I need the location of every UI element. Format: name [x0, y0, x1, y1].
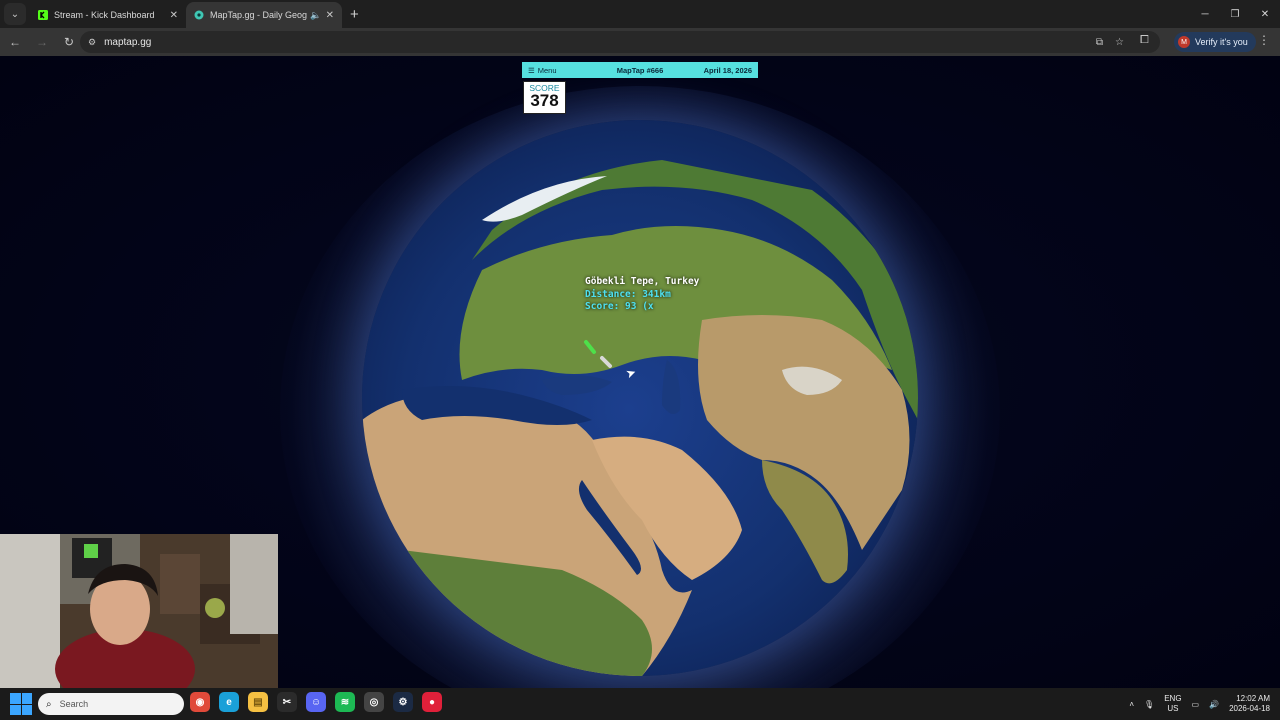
- black-sea: [542, 375, 612, 395]
- tab-kick-dashboard[interactable]: Stream - Kick Dashboard ✕: [30, 2, 186, 28]
- window-controls: ─ ❐ ✕: [1190, 0, 1280, 28]
- spotify-icon[interactable]: ≋: [335, 692, 355, 712]
- minimize-icon[interactable]: ─: [1190, 0, 1220, 28]
- browser-menu-icon[interactable]: ⋮: [1258, 33, 1270, 47]
- lang-region: US: [1167, 704, 1179, 713]
- puzzle-number: MapTap #666: [616, 65, 664, 75]
- volume-icon[interactable]: 🔊: [1209, 700, 1219, 709]
- microphone-icon[interactable]: 🎙: [1144, 700, 1154, 709]
- obs-icon[interactable]: ◎: [364, 692, 384, 712]
- arctic-snow: [482, 176, 607, 222]
- close-window-icon[interactable]: ✕: [1250, 0, 1280, 28]
- verify-label: Verify it's you: [1195, 37, 1248, 47]
- webcam-feed: [0, 534, 278, 688]
- webcam-overlay: [0, 534, 278, 688]
- site-info-icon[interactable]: ⚙: [88, 37, 96, 48]
- bookmark-star-icon[interactable]: ☆: [1115, 37, 1124, 48]
- speaker-icon[interactable]: 🔈: [310, 10, 321, 21]
- search-icon: ⌕: [46, 698, 52, 710]
- browser-tab-bar: ⌄ Stream - Kick Dashboard ✕ MapTap.gg - …: [0, 0, 1280, 28]
- clock[interactable]: 12:02 AM 2026-04-18: [1229, 694, 1270, 714]
- earth-globe[interactable]: [362, 120, 918, 676]
- network-icon[interactable]: ▭: [1192, 700, 1200, 709]
- maptap-favicon-icon: [194, 10, 204, 20]
- browser-toolbar: ← → ↻ ⚙ maptap.gg ⧉ ☆ ⧠ M Verify it's yo…: [0, 28, 1280, 56]
- url-text[interactable]: maptap.gg: [104, 37, 151, 48]
- tab-search-icon[interactable]: ⌄: [4, 3, 26, 25]
- close-tab-icon[interactable]: ✕: [170, 10, 178, 21]
- result-place: Göbekli Tepe, Turkey: [585, 276, 700, 287]
- search-placeholder: Search: [59, 699, 89, 709]
- score-panel: SCORE 378: [523, 81, 566, 114]
- result-distance: Distance: 341km: [585, 288, 671, 300]
- tab-maptap[interactable]: MapTap.gg - Daily Geograp 🔈 ✕: [186, 2, 342, 28]
- caspian-sea: [662, 360, 681, 414]
- discord-icon[interactable]: ☺: [306, 692, 326, 712]
- forward-arrow-icon[interactable]: →: [30, 30, 54, 54]
- round-result: Göbekli Tepe, Turkey Distance: 341km Sco…: [585, 276, 699, 314]
- edge-icon[interactable]: e: [219, 692, 239, 712]
- lang-code: ENG: [1164, 694, 1182, 703]
- file-explorer-icon[interactable]: ▤: [248, 692, 268, 712]
- install-app-icon[interactable]: ⧉: [1096, 37, 1103, 48]
- chrome-icon[interactable]: ◉: [190, 692, 210, 712]
- windows-taskbar: ⌕ Search ◉ e ▤ ✂ ☺ ≋ ◎ ⚙ ● ˄ 🎙 ENG US ▭ …: [0, 688, 1280, 720]
- verify-identity-button[interactable]: M Verify it's you: [1174, 32, 1256, 52]
- system-tray: ˄ 🎙 ENG US ▭ 🔊 12:02 AM 2026-04-18: [1129, 688, 1270, 720]
- new-tab-button[interactable]: +: [350, 6, 359, 23]
- steam-icon[interactable]: ⚙: [393, 692, 413, 712]
- address-bar[interactable]: ⚙ maptap.gg ⧉ ☆: [80, 31, 1160, 53]
- reload-icon[interactable]: ↻: [57, 30, 81, 54]
- chevron-up-icon[interactable]: ˄: [1129, 700, 1134, 709]
- avatar: M: [1178, 36, 1190, 48]
- game-top-bar: ☰ Menu MapTap #666 April 18, 2026: [522, 62, 758, 78]
- puzzle-date: April 18, 2026: [703, 65, 752, 75]
- result-score: Score: 93 (x: [585, 301, 654, 312]
- clock-time: 12:02 AM: [1236, 694, 1270, 703]
- pinned-apps: ◉ e ▤ ✂ ☺ ≋ ◎ ⚙ ●: [190, 692, 442, 712]
- extensions-icon[interactable]: ⧠: [1140, 34, 1149, 47]
- tab-title: MapTap.gg - Daily Geograp: [210, 10, 308, 20]
- hamburger-icon: ☰: [528, 65, 535, 75]
- record-app-icon[interactable]: ●: [422, 692, 442, 712]
- close-tab-icon[interactable]: ✕: [326, 10, 334, 21]
- language-indicator[interactable]: ENG US: [1164, 694, 1181, 714]
- kick-favicon-icon: [38, 10, 48, 20]
- windows-start-icon[interactable]: [10, 693, 32, 715]
- taskbar-search[interactable]: ⌕ Search: [38, 693, 184, 715]
- menu-label: Menu: [537, 65, 557, 75]
- tab-title: Stream - Kick Dashboard: [54, 10, 155, 20]
- back-arrow-icon[interactable]: ←: [3, 30, 27, 54]
- clock-date: 2026-04-18: [1229, 704, 1270, 713]
- menu-button[interactable]: ☰ Menu: [528, 66, 588, 75]
- score-value: 378: [530, 91, 559, 110]
- restore-icon[interactable]: ❐: [1220, 0, 1250, 28]
- capcut-icon[interactable]: ✂: [277, 692, 297, 712]
- earth-surface: [362, 160, 918, 676]
